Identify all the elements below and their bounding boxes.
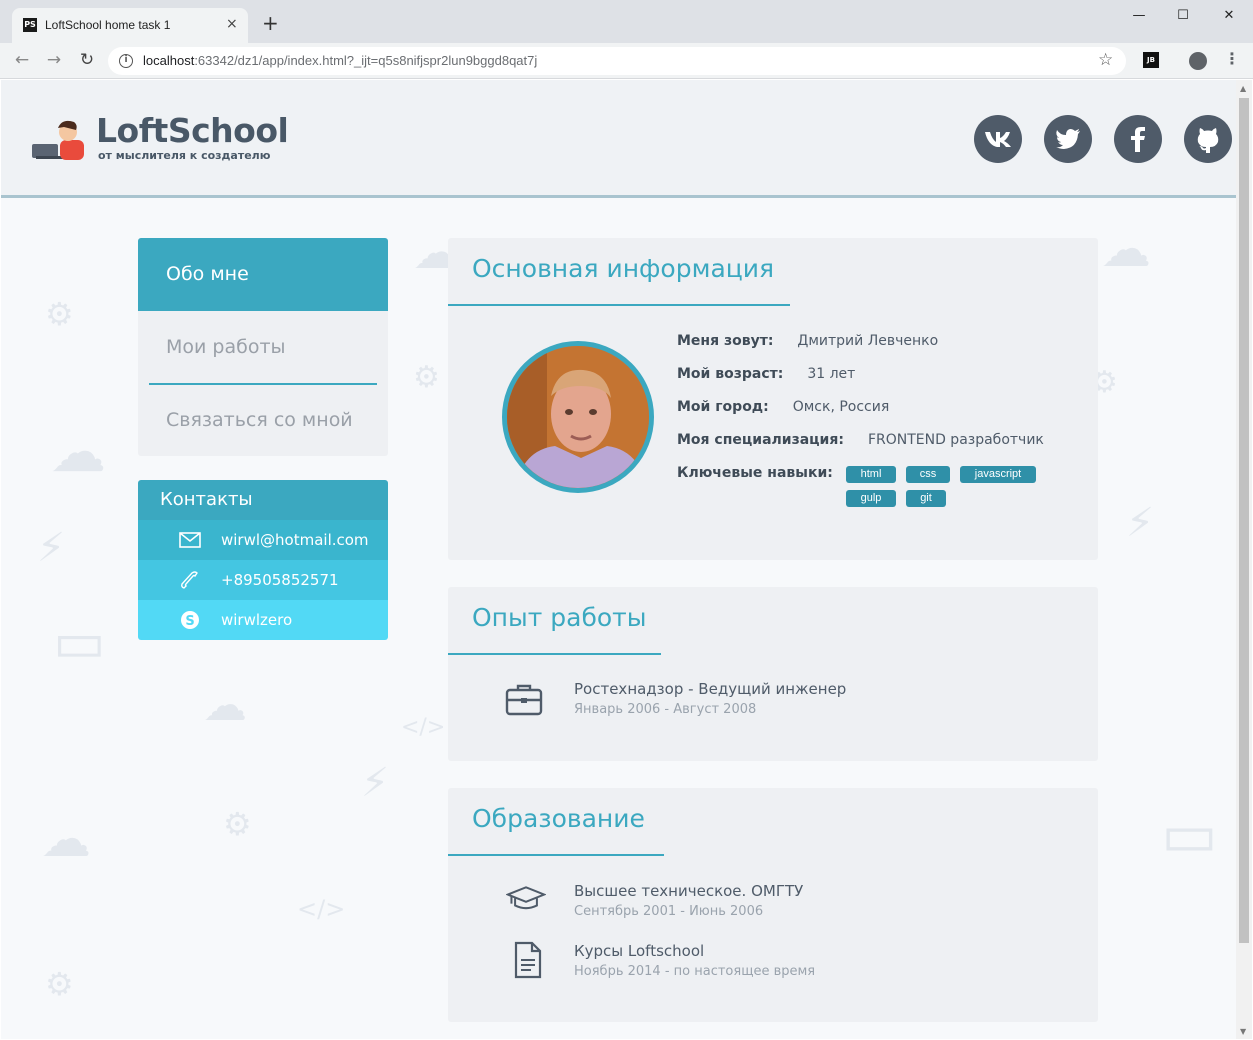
back-icon[interactable]: ← (12, 50, 32, 70)
bg-lightning-icon: ⚡ (1126, 500, 1155, 546)
education-underline (448, 854, 664, 856)
bg-lightning-icon: ⚡ (37, 525, 66, 571)
tab-title: LoftSchool home task 1 (45, 18, 171, 32)
bg-cloud-icon: ☁ (41, 810, 91, 868)
menu-item-contact[interactable]: Связаться со мной (138, 384, 388, 457)
bg-gear-icon: ⚙ (223, 805, 252, 843)
forward-icon[interactable]: → (44, 50, 64, 70)
menu-item-works[interactable]: Мои работы (138, 311, 388, 384)
site-info-icon[interactable]: i (119, 54, 133, 68)
vk-icon (985, 132, 1011, 147)
skype-icon: S (181, 611, 199, 629)
education-item-dates: Сентябрь 2001 - Июнь 2006 (574, 904, 764, 919)
experience-title: Опыт работы (472, 603, 647, 632)
contacts-title: Контакты (138, 480, 388, 520)
contact-email-row[interactable]: wirwl@hotmail.com (138, 520, 388, 560)
scroll-thumb[interactable] (1239, 98, 1249, 943)
skill-tag: git (906, 490, 946, 507)
logo-subtitle: от мыслителя к создателю (98, 149, 271, 162)
education-card: Образование Высшее техническое. ОМГТУ Се… (448, 788, 1098, 1022)
contact-skype-row[interactable]: S wirwlzero (138, 600, 388, 640)
experience-item-dates: Январь 2006 - Август 2008 (574, 702, 757, 717)
logo-title[interactable]: LoftSchool (96, 113, 289, 149)
info-row-city: Мой город: Омск, Россия (677, 399, 890, 415)
page-viewport: ⚙ ☁ ⚡ ▭ ☁ ⚡ ☁ ⚙ </> ⚙ ☁ ⚙ ⚡ ▭ </> ⚙ ☁ Lo… (1, 80, 1236, 1039)
envelope-icon (179, 532, 201, 548)
bg-code-icon: </> (401, 715, 446, 740)
contact-email[interactable]: wirwl@hotmail.com (221, 520, 369, 560)
bg-gear-icon: ⚙ (45, 295, 74, 333)
browser-menu-icon[interactable]: ⋮ (1224, 49, 1240, 69)
bg-cloud-icon: ☁ (50, 420, 106, 485)
graduation-cap-icon (506, 886, 546, 910)
avatar (502, 341, 654, 493)
main-info-underline (448, 304, 790, 306)
github-link[interactable] (1184, 115, 1232, 163)
bookmark-star-icon[interactable]: ☆ (1098, 50, 1113, 70)
bg-cloud-icon: ☁ (1101, 220, 1151, 278)
tab-favicon-icon: PS (23, 18, 37, 32)
page-scrollbar[interactable]: ▲ ▼ (1236, 80, 1252, 1039)
phone-icon (181, 571, 198, 589)
briefcase-icon (505, 684, 543, 716)
info-row-age: Мой возраст: 31 лет (677, 366, 856, 382)
facebook-icon (1131, 127, 1145, 152)
profile-icon[interactable] (1189, 52, 1207, 70)
bg-monitor-icon: ▭ (1161, 800, 1218, 870)
contact-phone[interactable]: +89505852571 (221, 560, 339, 600)
tab-close-icon[interactable]: × (226, 16, 238, 32)
info-row-name: Меня зовут: Дмитрий Левченко (677, 333, 939, 349)
site-header: LoftSchool от мыслителя к создателю (1, 80, 1236, 198)
education-item-title: Высшее техническое. ОМГТУ (574, 882, 804, 900)
info-row-spec: Моя специализация: FRONTEND разработчик (677, 432, 1044, 448)
new-tab-button[interactable]: + (262, 13, 279, 33)
facebook-link[interactable] (1114, 115, 1162, 163)
scroll-down-arrow-icon[interactable]: ▼ (1240, 1027, 1246, 1036)
vk-link[interactable] (974, 115, 1022, 163)
experience-item-title: Ростехнадзор - Ведущий инженер (574, 680, 847, 698)
skill-tag: javascript (960, 466, 1036, 483)
contact-skype[interactable]: wirwlzero (221, 600, 292, 640)
skill-tag: css (906, 466, 950, 483)
education-title: Образование (472, 804, 645, 833)
skill-tag: html (846, 466, 896, 483)
document-icon (514, 941, 542, 979)
bg-gear-icon: ⚙ (413, 360, 440, 395)
logo-mascot-icon (32, 120, 84, 160)
twitter-icon (1056, 129, 1080, 149)
browser-tab[interactable]: PS LoftSchool home task 1 × (12, 8, 248, 43)
experience-card: Опыт работы Ростехнадзор - Ведущий инжен… (448, 587, 1098, 761)
menu-item-about[interactable]: Обо мне (138, 238, 388, 311)
bg-lightning-icon: ⚡ (361, 760, 390, 806)
info-row-skills: Ключевые навыки: (677, 465, 833, 481)
bg-monitor-icon: ▭ (53, 610, 106, 675)
main-info-card: Основная информация Меня зовут: Дмитрий Л… (448, 238, 1098, 560)
contacts-block: Контакты wirwl@hotmail.com +89505852571 … (138, 480, 388, 640)
experience-underline (448, 653, 661, 655)
skill-tag: gulp (846, 490, 896, 507)
bg-code-icon: </> (297, 895, 346, 923)
browser-titlebar: PS LoftSchool home task 1 × + — ☐ ✕ (0, 0, 1253, 43)
education-item-dates: Ноябрь 2014 - по настоящее время (574, 964, 816, 979)
browser-toolbar: ← → ↻ i localhost:63342/dz1/app/index.ht… (0, 43, 1253, 79)
jetbrains-extension-icon[interactable]: JB (1143, 52, 1159, 68)
main-info-title: Основная информация (472, 254, 775, 283)
scroll-up-arrow-icon[interactable]: ▲ (1240, 84, 1246, 93)
github-icon (1197, 128, 1219, 153)
maximize-button[interactable]: ☐ (1168, 6, 1198, 26)
url-input[interactable]: i localhost:63342/dz1/app/index.html?_ij… (108, 47, 1126, 75)
bg-gear-icon: ⚙ (45, 965, 74, 1003)
education-item-title: Курсы Loftschool (574, 942, 705, 960)
close-window-button[interactable]: ✕ (1214, 6, 1244, 26)
svg-text:S: S (185, 614, 194, 629)
url-text[interactable]: localhost:63342/dz1/app/index.html?_ijt=… (143, 53, 537, 68)
contact-phone-row[interactable]: +89505852571 (138, 560, 388, 600)
bg-cloud-icon: ☁ (203, 680, 247, 731)
sidebar-menu: Обо мне Мои работы Связаться со мной (138, 238, 388, 456)
minimize-button[interactable]: — (1124, 6, 1154, 26)
reload-icon[interactable]: ↻ (77, 50, 97, 70)
twitter-link[interactable] (1044, 115, 1092, 163)
